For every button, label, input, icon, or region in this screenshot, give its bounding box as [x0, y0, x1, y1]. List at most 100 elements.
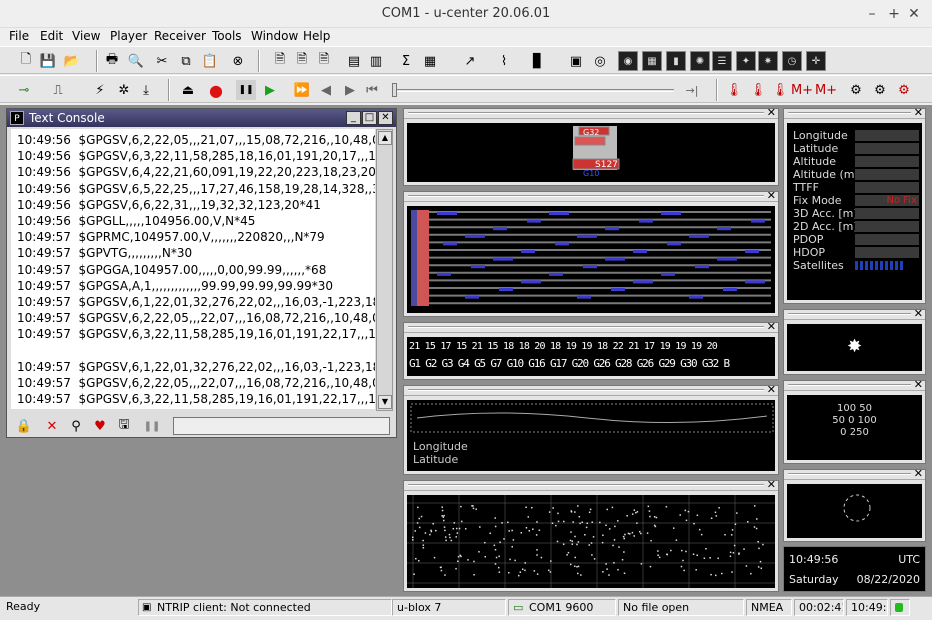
record-button[interactable]: ● — [206, 80, 226, 100]
compass-icon[interactable]: ◎ — [590, 51, 610, 71]
satellite-icon[interactable]: ✛ — [806, 51, 826, 71]
satellite-cn0-values: 21 15 17 15 21 15 18 18 20 18 19 19 18 2… — [409, 341, 718, 352]
fix-mode-value: No Fix — [855, 195, 919, 206]
pane-close-icon[interactable]: ✕ — [767, 320, 776, 333]
menu-bar: File Edit View Player Receiver Tools Win… — [0, 28, 932, 46]
port-text: COM1 9600 — [529, 601, 594, 614]
settings-icon[interactable]: ⚙ — [846, 80, 866, 100]
pane-close-icon[interactable]: ✕ — [767, 106, 776, 119]
rewind-icon[interactable]: ⏮ — [362, 80, 382, 100]
chart-icon[interactable]: ↗ — [460, 51, 480, 71]
radar-icon[interactable]: ▦ — [642, 51, 662, 71]
playback-slider[interactable] — [392, 83, 674, 97]
messages-icon[interactable]: ☰ — [712, 51, 732, 71]
minimize-button[interactable]: – — [862, 4, 882, 24]
connection-icon[interactable]: ⊸ — [14, 80, 34, 100]
reset-icon[interactable]: ⚙ — [894, 80, 914, 100]
document3-icon[interactable]: 🗎 — [314, 51, 334, 71]
download-icon[interactable]: ⤓ — [136, 80, 156, 100]
autobaud-icon[interactable]: ⚡ — [90, 80, 110, 100]
menu-view[interactable]: View — [72, 29, 100, 43]
deviation-icon[interactable]: ✺ — [690, 51, 710, 71]
menu-tools[interactable]: Tools — [212, 29, 242, 43]
bar-chart-icon[interactable]: ▊ — [528, 51, 548, 71]
pane-close-icon[interactable]: ✕ — [914, 378, 923, 391]
console-title-bar[interactable]: P Text Console _ □ ✕ — [7, 109, 396, 127]
add-message-icon[interactable]: M+ — [791, 80, 813, 100]
table-icon[interactable]: ▦ — [420, 51, 440, 71]
play-button[interactable]: ▶ — [260, 80, 280, 100]
console-pause-icon[interactable]: ❚❚ — [143, 417, 161, 435]
histogram-icon[interactable]: ▮ — [666, 51, 686, 71]
clock-icon[interactable]: ◷ — [782, 51, 802, 71]
layout-icon[interactable]: ▤ — [344, 51, 364, 71]
pause-button[interactable]: ❚❚ — [236, 80, 256, 100]
console-command-input[interactable] — [173, 417, 390, 435]
console-maximize-button[interactable]: □ — [362, 111, 377, 125]
new-file-icon[interactable]: 🗋 — [16, 51, 36, 71]
status-file: No file open — [618, 599, 744, 616]
menu-player[interactable]: Player — [110, 29, 147, 43]
thermometer-w-icon[interactable]: 🌡 — [748, 80, 768, 100]
menu-window[interactable]: Window — [251, 29, 298, 43]
print-icon[interactable]: 🖶 — [102, 51, 122, 71]
menu-file[interactable]: File — [9, 29, 29, 43]
baudrate-icon[interactable]: ⎍ — [48, 80, 68, 100]
scroll-down-icon[interactable]: ▼ — [378, 395, 392, 409]
pane-close-icon[interactable]: ✕ — [914, 307, 923, 320]
pane-close-icon[interactable]: ✕ — [767, 478, 776, 491]
step-back-icon[interactable]: ◀ — [316, 80, 336, 100]
clear-icon[interactable]: ⊗ — [228, 51, 248, 71]
console-output[interactable]: 10:49:56 $GPGSV,6,2,22,05,,,21,07,,,15,0… — [11, 129, 375, 409]
thermometer-c-icon[interactable]: 🌡 — [770, 80, 790, 100]
line-chart-icon[interactable]: ⌇ — [494, 51, 514, 71]
satellite-level-pane: ✕ 21 15 17 15 21 15 18 18 20 18 19 19 18… — [403, 320, 779, 380]
deviation-map — [410, 403, 774, 433]
eject-icon[interactable]: ⏏ — [178, 80, 198, 100]
dv-pdop-label: PDOP — [793, 233, 824, 246]
menu-help[interactable]: Help — [303, 29, 330, 43]
save-console-icon[interactable]: 🖫 — [115, 417, 133, 435]
star-map-icon[interactable]: ✷ — [758, 51, 778, 71]
cut-icon[interactable]: ✂ — [152, 51, 172, 71]
pane-close-icon[interactable]: ✕ — [767, 383, 776, 396]
pane-close-icon[interactable]: ✕ — [914, 467, 923, 480]
filter-icon[interactable]: ⚲ — [67, 417, 85, 435]
document2-icon[interactable]: 🗎 — [292, 51, 312, 71]
sky-view-icon[interactable]: ◉ — [618, 51, 638, 71]
paste-icon[interactable]: 📋 — [200, 51, 220, 71]
open-icon[interactable]: 📂 — [62, 51, 82, 71]
fast-forward-button[interactable]: ⏩ — [292, 80, 312, 100]
stars-icon[interactable]: ✦ — [736, 51, 756, 71]
console-minimize-button[interactable]: _ — [346, 111, 361, 125]
print-preview-icon[interactable]: 🔍 — [126, 51, 146, 71]
menu-edit[interactable]: Edit — [40, 29, 63, 43]
console-line: 10:49:57 $GPGSA,A,1,,,,,,,,,,,,,99.99,99… — [17, 278, 334, 293]
document-icon[interactable]: 🗎 — [270, 51, 290, 71]
thermometer-h-icon[interactable]: 🌡 — [724, 80, 744, 100]
console-scrollbar[interactable]: ▲ ▼ — [376, 129, 393, 411]
config-icon[interactable]: ⚙ — [870, 80, 890, 100]
delete-icon[interactable]: ✕ — [43, 417, 61, 435]
slider-handle[interactable] — [392, 83, 397, 97]
sky-dial-pane: ✕ — [783, 467, 926, 542]
copy-icon[interactable]: ⧉ — [176, 51, 196, 71]
maximize-button[interactable]: + — [884, 4, 904, 24]
debug-icon[interactable]: ✲ — [114, 80, 134, 100]
step-forward-icon[interactable]: ▶ — [340, 80, 360, 100]
map-icon[interactable]: ▣ — [566, 51, 586, 71]
pane-close-icon[interactable]: ✕ — [767, 189, 776, 202]
lock-icon[interactable]: 🔒 — [15, 417, 33, 435]
menu-receiver[interactable]: Receiver — [154, 29, 206, 43]
sum-icon[interactable]: Σ — [396, 51, 416, 71]
console-close-button[interactable]: ✕ — [378, 111, 393, 125]
world-map — [407, 495, 775, 588]
scroll-up-icon[interactable]: ▲ — [378, 131, 392, 145]
save-icon[interactable]: 💾 — [38, 51, 58, 71]
layout2-icon[interactable]: ▥ — [366, 51, 386, 71]
end-button[interactable]: →| — [682, 80, 702, 100]
pane-close-icon[interactable]: ✕ — [914, 106, 923, 119]
close-button[interactable]: ✕ — [904, 4, 924, 24]
add-message2-icon[interactable]: M+ — [815, 80, 837, 100]
heart-icon[interactable]: ♥ — [91, 417, 109, 435]
